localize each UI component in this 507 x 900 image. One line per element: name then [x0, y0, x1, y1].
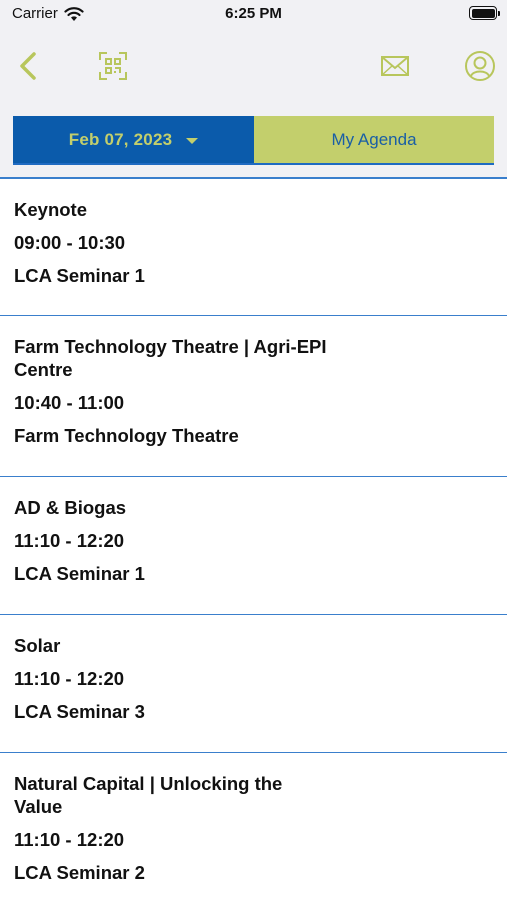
mail-button[interactable]: [377, 48, 413, 84]
my-agenda-tab[interactable]: My Agenda: [254, 116, 494, 163]
session-item-solar[interactable]: Solar 11:10 - 12:20 LCA Seminar 3: [0, 615, 507, 753]
session-item-farm-technology[interactable]: Farm Technology Theatre | Agri-EPI Centr…: [0, 316, 507, 477]
session-time: 11:10 - 12:20: [14, 829, 125, 850]
session-item-natural-capital[interactable]: Natural Capital | Unlocking the Value 11…: [0, 753, 507, 900]
session-list: Keynote 09:00 - 10:30 LCA Seminar 1 Farm…: [0, 179, 507, 900]
session-time: 11:10 - 12:20: [14, 530, 125, 551]
clock: 6:25 PM: [225, 5, 282, 22]
status-bar: Carrier 6:25 PM: [0, 0, 507, 30]
session-title: Solar: [14, 635, 61, 656]
envelope-icon: [381, 56, 409, 76]
session-room: Farm Technology Theatre: [14, 425, 239, 446]
session-room: LCA Seminar 1: [14, 563, 145, 584]
session-item-ad-biogas[interactable]: AD & Biogas 11:10 - 12:20 LCA Seminar 1: [0, 477, 507, 615]
my-agenda-label: My Agenda: [331, 129, 417, 149]
caret-down-icon: [186, 137, 199, 144]
session-title: Natural Capital | Unlocking the Value: [14, 773, 283, 817]
session-item-keynote[interactable]: Keynote 09:00 - 10:30 LCA Seminar 1: [0, 179, 507, 316]
session-room: LCA Seminar 3: [14, 701, 145, 722]
profile-button[interactable]: [462, 48, 498, 84]
agenda-segmented-control: Feb 07, 2023 My Agenda: [13, 116, 494, 165]
session-time: 09:00 - 10:30: [14, 232, 126, 253]
date-picker-label: Feb 07, 2023: [68, 129, 173, 149]
session-title: Keynote: [14, 199, 87, 220]
session-time: 11:10 - 12:20: [14, 668, 125, 689]
user-circle-icon: [465, 51, 495, 81]
date-picker-tab[interactable]: Feb 07, 2023: [13, 116, 254, 163]
battery-icon: [469, 6, 500, 20]
session-room: LCA Seminar 2: [14, 862, 145, 883]
chevron-left-icon: [20, 52, 36, 80]
session-title: Farm Technology Theatre | Agri-EPI Centr…: [14, 336, 327, 380]
session-time: 10:40 - 11:00: [14, 392, 125, 413]
scan-button[interactable]: [95, 48, 131, 84]
session-room: LCA Seminar 1: [14, 265, 145, 286]
qr-scan-icon: [99, 52, 127, 80]
session-title: AD & Biogas: [14, 497, 127, 518]
back-button[interactable]: [10, 48, 46, 84]
nav-bar: [0, 40, 507, 92]
header-area: Carrier 6:25 PM Feb 07, 2023 My Agenda: [0, 0, 507, 177]
